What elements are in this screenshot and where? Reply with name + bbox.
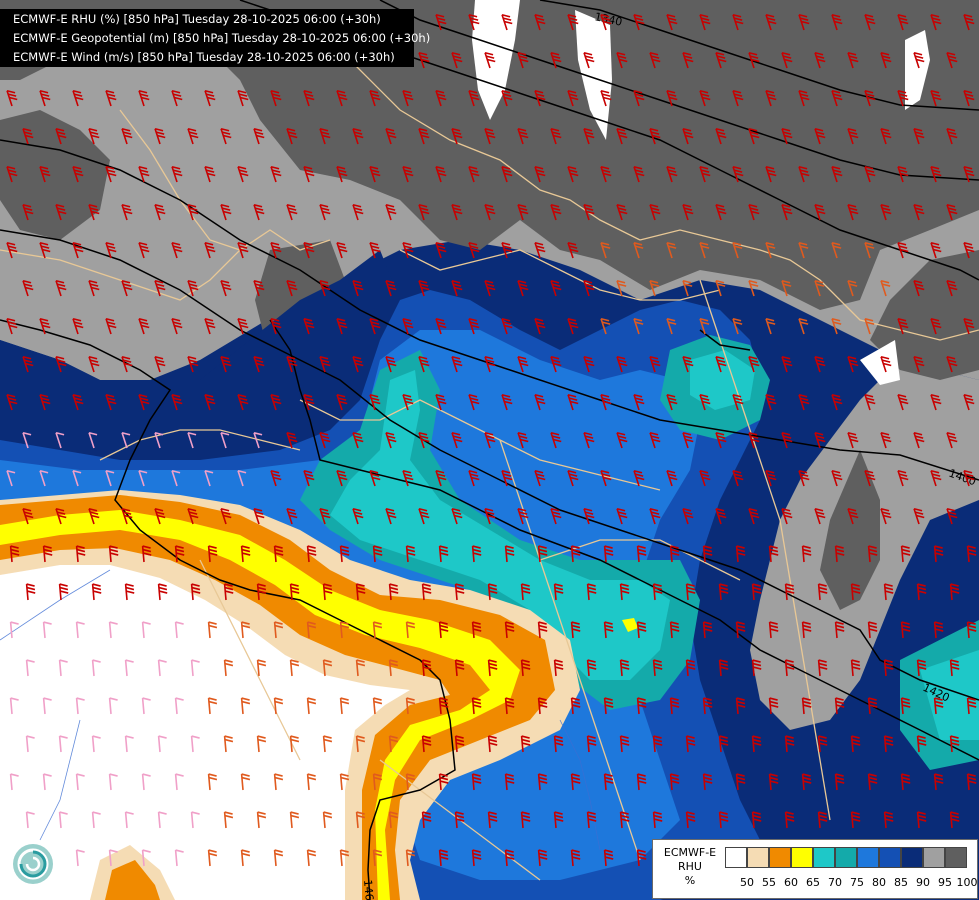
legend-unit: % [684, 874, 696, 887]
title-wind: ECMWF-E Wind (m/s) [850 hPa] Tuesday 28-… [13, 50, 395, 64]
legend-swatch [923, 847, 945, 868]
rhu-field [0, 0, 979, 900]
legend-swatch [813, 847, 835, 868]
legend-title: ECMWF-E RHU % [657, 846, 723, 888]
legend-swatch [725, 847, 747, 868]
legend-variable: RHU [678, 860, 702, 873]
legend-swatch [879, 847, 901, 868]
weather-map: 1340 1400 1420 1460 [0, 0, 979, 900]
legend-swatch [769, 847, 791, 868]
ecmwf-logo-icon [12, 843, 54, 885]
legend-swatch [747, 847, 769, 868]
legend-swatch [791, 847, 813, 868]
legend-tick: 100 [956, 876, 978, 889]
rhu-legend: ECMWF-E RHU % 50 55 60 65 70 75 80 85 90 95 100 [652, 839, 978, 899]
legend-model: ECMWF-E [663, 846, 717, 859]
legend-swatch [835, 847, 857, 868]
legend-swatch [901, 847, 923, 868]
legend-swatch [945, 847, 967, 868]
contour-label: 1460 [361, 879, 376, 900]
map-title-box: ECMWF-E RHU (%) [850 hPa] Tuesday 28-10-… [0, 9, 431, 67]
title-geopotential: ECMWF-E Geopotential (m) [850 hPa] Tuesd… [13, 31, 431, 45]
title-rhu: ECMWF-E RHU (%) [850 hPa] Tuesday 28-10-… [13, 12, 381, 26]
legend-swatch [857, 847, 879, 868]
